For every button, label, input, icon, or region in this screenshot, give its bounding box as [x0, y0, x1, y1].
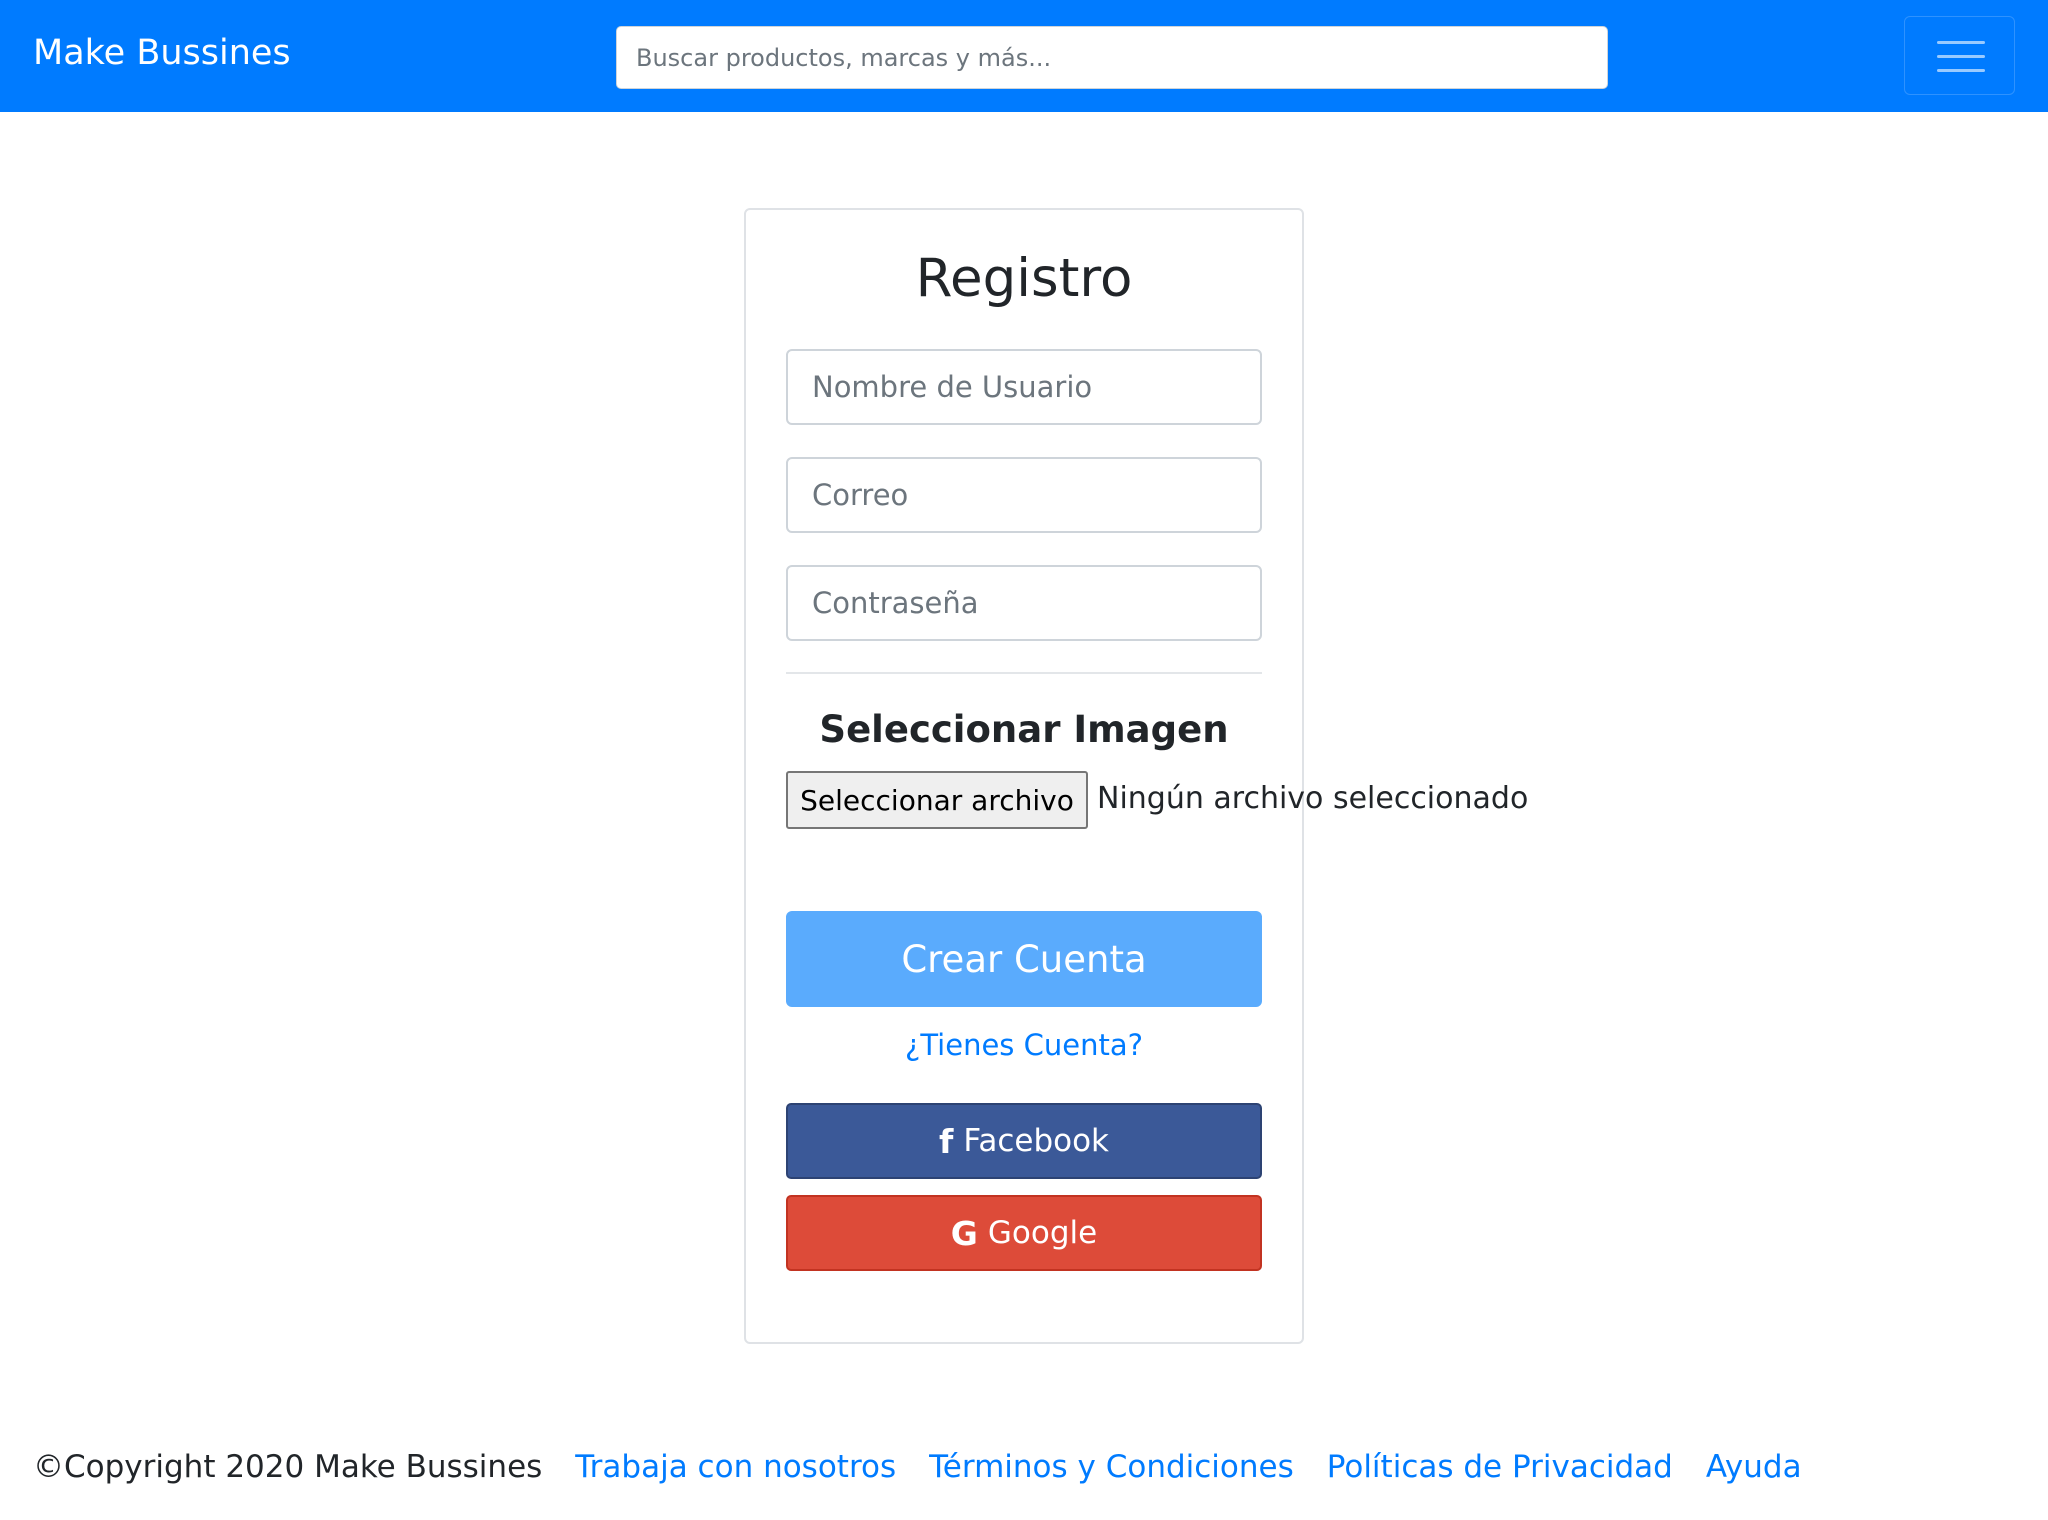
footer: ©Copyright 2020 Make Bussines Trabaja co…: [33, 1445, 1835, 1489]
footer-link-terms[interactable]: Términos y Condiciones: [929, 1449, 1294, 1485]
footer-link-work-with-us[interactable]: Trabaja con nosotros: [575, 1449, 896, 1485]
google-icon: G: [950, 1213, 978, 1253]
google-login-button[interactable]: G Google: [786, 1195, 1262, 1271]
file-status-text: Ningún archivo seleccionado: [1097, 781, 1529, 816]
search-input[interactable]: [616, 26, 1608, 89]
image-section-heading: Seleccionar Imagen: [819, 708, 1229, 751]
brand-link[interactable]: Make Bussines: [33, 32, 291, 74]
divider: [786, 672, 1262, 674]
navbar: Make Bussines: [0, 0, 2048, 112]
menu-toggle-button[interactable]: [1904, 16, 2015, 95]
password-field[interactable]: [786, 565, 1262, 641]
footer-link-help[interactable]: Ayuda: [1706, 1449, 1802, 1485]
google-label: Google: [987, 1215, 1098, 1251]
username-field[interactable]: [786, 349, 1262, 425]
facebook-label: Facebook: [963, 1123, 1110, 1159]
facebook-login-button[interactable]: f Facebook: [786, 1103, 1262, 1179]
page-title: Registro: [915, 248, 1133, 309]
file-select-button[interactable]: Seleccionar archivo: [786, 771, 1088, 829]
footer-link-privacy[interactable]: Políticas de Privacidad: [1327, 1449, 1673, 1485]
facebook-icon: f: [938, 1121, 954, 1161]
login-link[interactable]: ¿Tienes Cuenta?: [0, 1028, 2048, 1062]
copyright-text: ©Copyright 2020 Make Bussines: [33, 1449, 543, 1485]
create-account-button[interactable]: Crear Cuenta: [786, 911, 1262, 1007]
email-field[interactable]: [786, 457, 1262, 533]
